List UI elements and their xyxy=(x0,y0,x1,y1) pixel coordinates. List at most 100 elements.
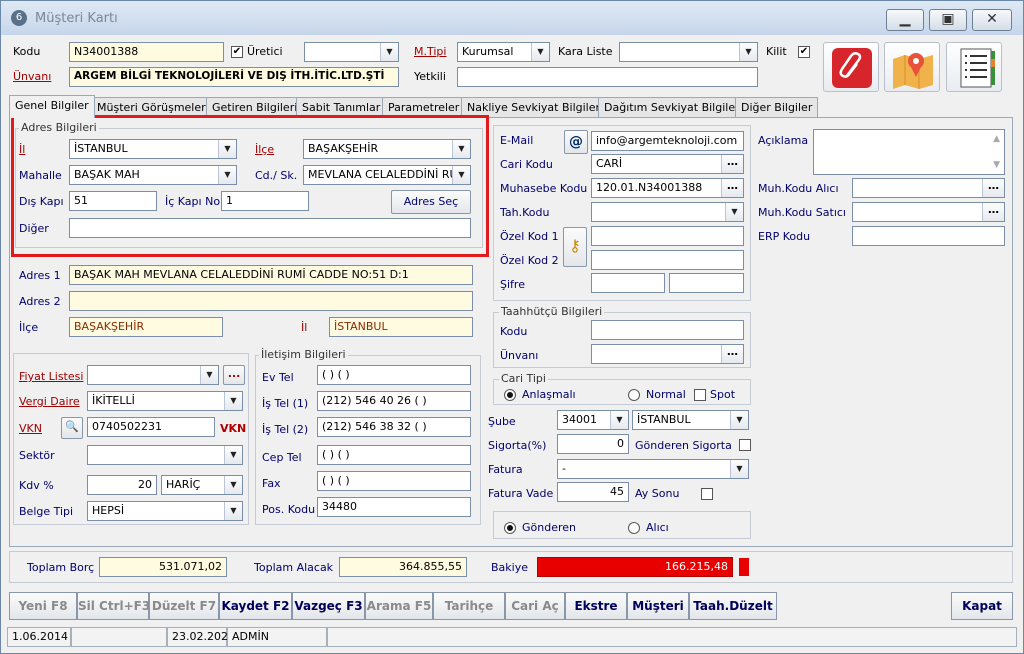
kodu-input[interactable]: N34001388 xyxy=(69,42,224,62)
cep-tel-input[interactable]: ( ) ( ) xyxy=(317,445,471,465)
adres1-input[interactable]: BAŞAK MAH MEVLANA CELALEDDİNİ RUMİ CADDE… xyxy=(69,265,473,285)
ilce-label[interactable]: İlçe xyxy=(255,143,274,156)
fiyat-listesi-browse[interactable]: ... xyxy=(223,365,245,385)
adres-ilce-input[interactable]: BAŞAKŞEHİR xyxy=(69,317,223,337)
tab-musteri-gorusmeleri[interactable]: Müşteri Görüşmeleri xyxy=(91,97,215,117)
uretici-checkbox[interactable]: ✔ xyxy=(231,46,243,58)
tab-diger-bilgiler[interactable]: Diğer Bilgiler xyxy=(735,97,819,117)
scroll-down-icon[interactable]: ▼ xyxy=(993,160,1000,170)
ozel-kod1-input[interactable] xyxy=(591,226,744,246)
il-select[interactable]: İSTANBUL ▼ xyxy=(69,139,237,159)
unvani-label[interactable]: Ünvanı xyxy=(13,70,51,83)
sektor-select[interactable]: ▼ xyxy=(87,445,243,465)
ay-sonu-checkbox[interactable] xyxy=(701,488,713,500)
anlasmali-radio[interactable] xyxy=(504,389,516,401)
kara-liste-select[interactable]: ▼ xyxy=(619,42,758,62)
key-button[interactable]: ⚷ xyxy=(563,227,587,267)
adres2-input[interactable] xyxy=(69,291,473,311)
mahalle-select[interactable]: BAŞAK MAH ▼ xyxy=(69,165,237,185)
sifre-input[interactable] xyxy=(591,273,665,293)
il-label[interactable]: İl xyxy=(19,143,25,156)
dis-kapi-input[interactable]: 51 xyxy=(69,191,157,211)
ic-kapi-input[interactable]: 1 xyxy=(221,191,309,211)
mtipi-label[interactable]: M.Tipi xyxy=(414,45,446,58)
vkn-search-button[interactable]: 🔍 xyxy=(61,417,83,439)
duzelt-button[interactable]: Düzelt F7 xyxy=(149,592,219,620)
map-button[interactable] xyxy=(884,42,940,92)
aciklama-textarea[interactable]: ▲ ▼ xyxy=(813,129,1005,175)
maximize-button[interactable]: ▣ xyxy=(929,9,967,31)
cd-sk-select[interactable]: MEVLANA CELALEDDİNİ RU ▼ xyxy=(303,165,471,185)
muhasebe-kodu-input[interactable]: 120.01.N34001388… xyxy=(591,178,744,198)
more-icon[interactable]: … xyxy=(721,345,743,363)
ev-tel-input[interactable]: ( ) ( ) xyxy=(317,365,471,385)
close-button[interactable]: ✕ xyxy=(972,9,1012,31)
cari-ac-button[interactable]: Cari Aç xyxy=(505,592,565,620)
cari-kodu-input[interactable]: CARİ… xyxy=(591,154,744,174)
email-input[interactable]: info@argemteknoloji.com xyxy=(591,131,744,151)
taahhutcu-kodu-input[interactable] xyxy=(591,320,744,340)
attachment-button[interactable] xyxy=(823,42,879,92)
sifre-confirm-input[interactable] xyxy=(669,273,744,293)
kdv-input[interactable]: 20 xyxy=(87,475,157,495)
sigorta-input[interactable]: 0 xyxy=(557,434,629,454)
normal-radio[interactable] xyxy=(628,389,640,401)
scroll-up-icon[interactable]: ▲ xyxy=(993,134,1000,144)
list-button[interactable] xyxy=(946,42,1002,92)
vazgec-button[interactable]: Vazgeç F3 xyxy=(292,592,365,620)
mtipi-select[interactable]: Kurumsal ▼ xyxy=(457,42,550,62)
sil-button[interactable]: Sil Ctrl+F3 xyxy=(77,592,150,620)
gonderen-radio[interactable] xyxy=(504,522,516,534)
fiyat-listesi-label[interactable]: Fiyat Listesi xyxy=(19,370,83,383)
tab-nakliye-sevkiyat[interactable]: Nakliye Sevkiyat Bilgileri xyxy=(461,97,610,117)
arama-button[interactable]: Arama F5 xyxy=(365,592,433,620)
yeni-button[interactable]: Yeni F8 xyxy=(9,592,77,620)
adres-sec-button[interactable]: Adres Seç xyxy=(391,190,471,214)
is-tel1-input[interactable]: (212) 546 40 26 ( ) xyxy=(317,391,471,411)
minimize-button[interactable]: ▁ xyxy=(886,9,924,31)
tah-kodu-select[interactable]: ▼ xyxy=(591,202,744,222)
sube-name-select[interactable]: İSTANBUL ▼ xyxy=(632,410,749,430)
more-icon[interactable]: … xyxy=(721,155,743,173)
adres-il-input[interactable]: İSTANBUL xyxy=(329,317,473,337)
uretici-select[interactable]: ▼ xyxy=(304,42,399,62)
gonderen-sigorta-checkbox[interactable] xyxy=(739,439,751,451)
email-send-button[interactable]: @ xyxy=(564,130,588,154)
tab-genel-bilgiler[interactable]: Genel Bilgiler xyxy=(9,95,95,118)
tab-sabit-tanimlar[interactable]: Sabit Tanımlar xyxy=(296,97,387,117)
belge-tipi-select[interactable]: HEPSİ ▼ xyxy=(87,501,243,521)
vergi-daire-label[interactable]: Vergi Daire xyxy=(19,395,80,408)
muh-alici-input[interactable]: … xyxy=(852,178,1005,198)
diger-input[interactable] xyxy=(69,218,471,238)
fiyat-listesi-select[interactable]: ▼ xyxy=(87,365,219,385)
ilce-select[interactable]: BAŞAKŞEHİR ▼ xyxy=(303,139,471,159)
vergi-daire-select[interactable]: İKİTELLİ ▼ xyxy=(87,391,243,411)
tab-dagitim-sevkiyat[interactable]: Dağıtım Sevkiyat Bilgileri xyxy=(598,97,749,117)
vkn-label[interactable]: VKN xyxy=(19,422,42,435)
alici-radio[interactable] xyxy=(628,522,640,534)
tab-parametreler[interactable]: Parametreler xyxy=(382,97,466,117)
fatura-vade-input[interactable]: 45 xyxy=(557,482,629,502)
spot-checkbox[interactable] xyxy=(694,389,706,401)
more-icon[interactable]: … xyxy=(982,203,1004,221)
tarihce-button[interactable]: Tarihçe xyxy=(433,592,505,620)
is-tel2-input[interactable]: (212) 546 38 32 ( ) xyxy=(317,417,471,437)
musteri-button[interactable]: Müşteri xyxy=(627,592,689,620)
unvani-input[interactable]: ARGEM BİLGİ TEKNOLOJİLERİ VE DIŞ İTH.İTİ… xyxy=(69,67,399,87)
ekstre-button[interactable]: Ekstre xyxy=(565,592,627,620)
taahhutcu-unvani-input[interactable]: … xyxy=(591,344,744,364)
more-icon[interactable]: … xyxy=(721,179,743,197)
kapat-button[interactable]: Kapat xyxy=(951,592,1013,620)
kilit-checkbox[interactable]: ✔ xyxy=(798,46,810,58)
ozel-kod2-input[interactable] xyxy=(591,250,744,270)
sube-code-select[interactable]: 34001 ▼ xyxy=(557,410,629,430)
fatura-select[interactable]: - ▼ xyxy=(557,459,749,479)
vkn-input[interactable]: 0740502231 xyxy=(87,417,215,437)
fax-input[interactable]: ( ) ( ) xyxy=(317,471,471,491)
muh-satici-input[interactable]: … xyxy=(852,202,1005,222)
pos-kodu-input[interactable]: 34480 xyxy=(317,497,471,517)
yetkili-input[interactable] xyxy=(457,67,758,87)
kaydet-button[interactable]: Kaydet F2 xyxy=(219,592,292,620)
tab-getiren-bilgileri[interactable]: Getiren Bilgileri xyxy=(206,97,304,117)
kdv-type-select[interactable]: HARİÇ ▼ xyxy=(161,475,243,495)
